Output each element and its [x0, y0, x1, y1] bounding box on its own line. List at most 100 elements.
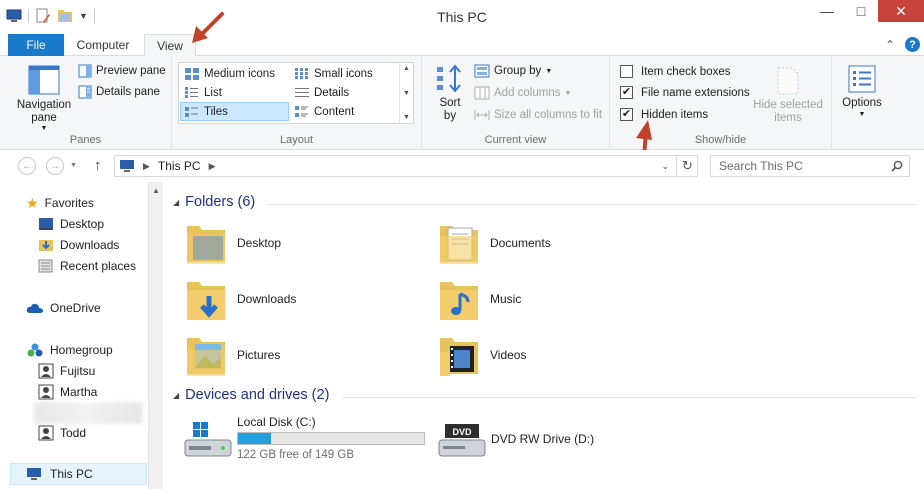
nav-homegroup-label: Homegroup — [50, 343, 113, 357]
nav-homegroup[interactable]: Homegroup — [26, 340, 113, 360]
folders-section-header[interactable]: ◢ Folders (6) — [173, 194, 255, 210]
breadcrumb-this-pc[interactable]: This PC — [158, 159, 201, 173]
recent-places-icon — [38, 259, 53, 273]
layout-small-icons[interactable]: Small icons — [291, 64, 399, 83]
layout-group-label: Layout — [279, 134, 314, 146]
close-button[interactable]: ✕ — [878, 0, 924, 22]
options-button[interactable]: Options ▼ — [836, 64, 888, 119]
local-disk-icon — [184, 422, 232, 457]
downloads-folder-icon — [187, 282, 225, 320]
nav-downloads[interactable]: Downloads — [38, 235, 119, 255]
pictures-folder-icon — [187, 338, 225, 376]
sort-by-label: Sort by — [439, 97, 461, 122]
folder-tile-music[interactable]: Music — [438, 276, 521, 322]
nav-martha[interactable]: Martha — [38, 382, 97, 402]
add-columns-button[interactable]: Add columns ▼ — [474, 86, 571, 100]
forward-button[interactable]: → — [46, 157, 64, 175]
folder-tile-videos[interactable]: Videos — [438, 332, 526, 378]
hide-selected-items-button[interactable]: Hide selected items — [750, 66, 826, 125]
collapse-triangle-icon[interactable]: ◢ — [173, 391, 179, 400]
options-icon — [848, 65, 876, 93]
folders-header-label: Folders (6) — [185, 194, 256, 210]
file-name-extensions-checkbox[interactable]: ✔ — [620, 86, 633, 99]
nav-onedrive-label: OneDrive — [50, 301, 101, 315]
sort-by-button[interactable]: Sort by — [432, 64, 468, 123]
collapse-triangle-icon[interactable]: ◢ — [173, 198, 179, 207]
breadcrumb-separator-icon[interactable]: ▶ — [209, 161, 216, 172]
maximize-button[interactable]: □ — [844, 0, 878, 22]
scroll-down-icon[interactable]: ▼ — [403, 90, 410, 97]
folder-tile-documents[interactable]: Documents — [438, 220, 551, 266]
search-input[interactable]: Search This PC — [710, 155, 910, 177]
homegroup-icon — [27, 343, 43, 357]
nav-favorites[interactable]: ★ Favorites — [26, 193, 94, 213]
nav-pane-scrollbar[interactable]: ▲ — [148, 182, 163, 489]
size-all-columns-button[interactable]: Size all columns to fit — [474, 108, 602, 122]
small-icons-icon — [295, 67, 308, 79]
tab-computer[interactable]: Computer — [66, 34, 140, 56]
search-icon[interactable] — [891, 160, 903, 172]
window-title: This PC — [437, 9, 487, 25]
file-name-extensions-toggle[interactable]: ✔ File name extensions — [620, 86, 750, 99]
help-icon[interactable]: ? — [905, 37, 920, 52]
tab-file[interactable]: File — [8, 34, 64, 56]
options-label: Options — [842, 97, 882, 109]
breadcrumb-separator-icon[interactable]: ▶ — [143, 161, 150, 172]
scroll-up-icon[interactable]: ▲ — [152, 186, 160, 195]
address-dropdown-icon[interactable]: ⌄ — [661, 161, 669, 172]
nav-todd[interactable]: Todd — [38, 423, 86, 443]
dvd-drive-name: DVD RW Drive (D:) — [491, 432, 595, 446]
nav-recent-places[interactable]: Recent places — [38, 256, 136, 276]
minimize-button[interactable]: — — [810, 0, 844, 22]
more-icon[interactable]: ▼ — [403, 114, 410, 121]
redacted-user — [34, 402, 142, 424]
refresh-icon[interactable]: ↻ — [676, 156, 698, 176]
layout-list[interactable]: List — [181, 83, 289, 102]
nav-this-pc[interactable]: This PC — [26, 464, 93, 484]
folder-tile-pictures[interactable]: Pictures — [185, 332, 280, 378]
search-placeholder: Search This PC — [719, 159, 803, 173]
item-check-boxes-checkbox[interactable] — [620, 65, 633, 78]
nav-recent-places-label: Recent places — [60, 259, 137, 273]
nav-onedrive[interactable]: OneDrive — [26, 298, 101, 318]
layout-tiles[interactable]: Tiles — [180, 102, 289, 121]
downloads-icon — [39, 240, 53, 251]
nav-this-pc-label: This PC — [50, 467, 93, 481]
hide-selected-items-label: Hide selected items — [753, 99, 823, 124]
devices-section-header[interactable]: ◢ Devices and drives (2) — [173, 387, 329, 403]
navigation-pane-icon — [28, 65, 60, 95]
section-divider — [343, 397, 917, 398]
layout-content[interactable]: Content — [291, 102, 399, 121]
details-pane-button[interactable]: Details pane — [78, 85, 160, 99]
scroll-up-icon[interactable]: ▲ — [403, 65, 410, 72]
svg-text:DVD: DVD — [452, 427, 472, 437]
dropdown-arrow-icon: ▼ — [40, 125, 48, 132]
group-by-button[interactable]: Group by ▼ — [474, 64, 552, 78]
drive-dvd-rw-d[interactable]: DVD DVD RW Drive (D:) — [437, 414, 637, 476]
preview-pane-button[interactable]: Preview pane — [78, 64, 166, 78]
options-group: Options ▼ — [832, 56, 892, 150]
back-button[interactable]: ← — [18, 157, 36, 175]
nav-fujitsu[interactable]: Fujitsu — [38, 361, 95, 381]
folder-tile-desktop[interactable]: Desktop — [185, 220, 281, 266]
annotation-arrow-view — [192, 12, 224, 43]
layout-gallery-scroll[interactable]: ▲ ▼ ▼ — [399, 63, 413, 123]
address-bar[interactable]: ▶ This PC ▶ ⌄ ↻ — [114, 155, 698, 177]
up-arrow-icon[interactable]: ↑ — [94, 157, 102, 174]
list-label: List — [204, 86, 222, 99]
nav-martha-label: Martha — [60, 385, 98, 399]
layout-medium-icons[interactable]: Medium icons — [181, 64, 289, 83]
recent-locations-icon[interactable]: ▼ — [70, 162, 77, 169]
dropdown-arrow-icon: ▼ — [545, 67, 553, 75]
item-check-boxes-toggle[interactable]: Item check boxes — [620, 65, 730, 78]
ribbon: Navigation pane ▼ Preview pane Details p… — [0, 56, 924, 150]
collapse-ribbon-icon[interactable]: ⌃ — [885, 38, 895, 52]
layout-details[interactable]: Details — [291, 83, 399, 102]
navigation-pane-label: Navigation pane — [16, 99, 72, 124]
folder-tile-downloads[interactable]: Downloads — [185, 276, 296, 322]
nav-desktop[interactable]: Desktop — [38, 214, 104, 234]
folder-downloads-label: Downloads — [237, 292, 297, 306]
navigation-pane-button[interactable]: Navigation pane ▼ — [12, 64, 76, 132]
drive-local-disk-c[interactable]: Local Disk (C:) 122 GB free of 149 GB — [183, 414, 445, 476]
medium-icons-icon — [185, 67, 199, 80]
